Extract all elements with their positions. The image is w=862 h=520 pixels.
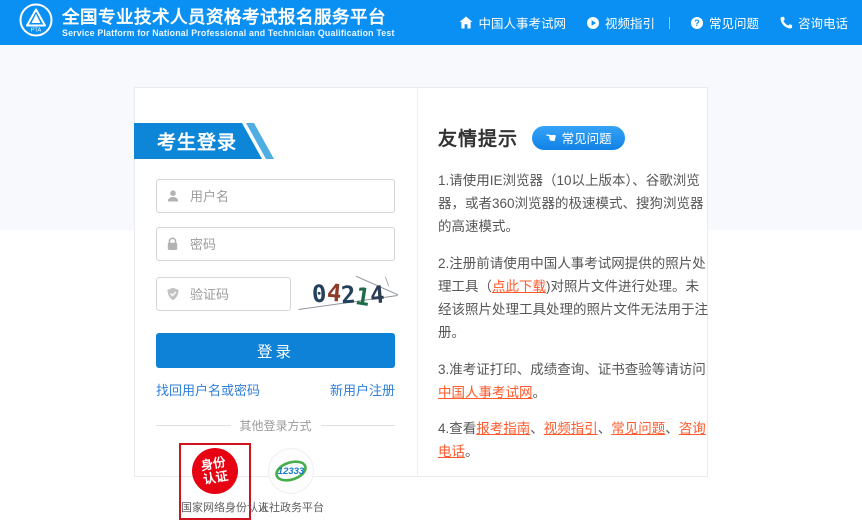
tip-item: 1.请使用IE浏览器（10以上版本）、谷歌浏览器，或者360浏览器的极速模式、搜… [438, 169, 710, 239]
tips-title: 友情提示 [438, 124, 518, 151]
svg-text:12333: 12333 [278, 466, 305, 477]
tip-text: 3.准考证打印、成绩查询、证书查验等请访问 [438, 362, 706, 377]
tips-panel: 友情提示 ☚ 常见问题 1.请使用IE浏览器（10以上版本）、谷歌浏览器，或者3… [417, 88, 728, 476]
nav-separator [669, 17, 670, 29]
captcha-field [156, 277, 291, 311]
password-input[interactable] [156, 227, 395, 261]
tip-text: 、 [598, 421, 612, 436]
nav-hotline[interactable]: 咨询电话 [779, 13, 848, 32]
nav-video-guide[interactable]: 视频指引 [586, 13, 655, 32]
page: PTA 全国专业技术人员资格考试报名服务平台 Service Platform … [0, 0, 862, 481]
tips-header: 友情提示 ☚ 常见问题 [438, 124, 710, 151]
login-title: 考生登录 [157, 128, 237, 155]
login-links: 找回用户名或密码 新用户注册 [156, 380, 395, 399]
tips-list: 1.请使用IE浏览器（10以上版本）、谷歌浏览器，或者360浏览器的极速模式、搜… [438, 169, 710, 463]
login-method-mohrss[interactable]: 12333 人社政务平台 [251, 443, 331, 515]
login-method-national-id[interactable]: 身份 认证 国家网络身份认证 [179, 443, 251, 520]
password-field [156, 227, 395, 261]
brand: PTA 全国专业技术人员资格考试报名服务平台 Service Platform … [18, 2, 395, 43]
divider-line [321, 425, 396, 426]
tip-text: 1.请使用IE浏览器（10以上版本）、谷歌浏览器，或者360浏览器的极速模式、搜… [438, 173, 704, 234]
tip-link[interactable]: 视频指引 [544, 421, 598, 436]
login-panel: 考生登录 [135, 88, 417, 476]
login-form: 04214 登录 找回用户名或密码 新用户注册 其他登录方式 [135, 159, 417, 520]
mohrss-12333-icon: 12333 [268, 448, 314, 494]
header-nav: 中国人事考试网 视频指引 ? 常见问题 咨询电话 [439, 13, 848, 32]
forgot-credentials-link[interactable]: 找回用户名或密码 [156, 380, 260, 399]
login-title-ribbon: 考生登录 [134, 123, 284, 159]
captcha-image[interactable]: 04214 [302, 275, 395, 313]
tip-link[interactable]: 中国人事考试网 [438, 385, 533, 400]
other-methods-label: 其他登录方式 [240, 417, 312, 434]
brand-text: 全国专业技术人员资格考试报名服务平台 Service Platform for … [62, 7, 395, 38]
tip-link[interactable]: 点此下载 [492, 279, 546, 294]
captcha-noise-line [385, 277, 389, 287]
tip-item: 4.查看报考指南、视频指引、常见问题、咨询电话。 [438, 417, 710, 463]
tip-link[interactable]: 常见问题 [611, 421, 665, 436]
user-icon [166, 189, 180, 203]
question-icon: ? [690, 16, 704, 30]
register-link[interactable]: 新用户注册 [330, 380, 395, 399]
login-button[interactable]: 登录 [156, 333, 395, 368]
username-field [156, 179, 395, 213]
username-input[interactable] [156, 179, 395, 213]
identity-badge-icon: 身份 认证 [192, 448, 238, 494]
other-methods-divider: 其他登录方式 [156, 417, 395, 434]
divider-line [156, 425, 231, 426]
home-icon [459, 16, 473, 29]
nav-china-personnel-exam-site[interactable]: 中国人事考试网 [459, 13, 566, 32]
tip-item: 3.准考证打印、成绩查询、证书查验等请访问中国人事考试网。 [438, 358, 710, 404]
svg-text:PTA: PTA [31, 28, 42, 34]
tip-text: 。 [465, 444, 479, 459]
lock-icon [166, 237, 179, 251]
tip-item: 2.注册前请使用中国人事考试网提供的照片处理工具（点此下载)对照片文件进行处理。… [438, 252, 710, 345]
method-label: 国家网络身份认证 [181, 499, 249, 515]
site-header: PTA 全国专业技术人员资格考试报名服务平台 Service Platform … [0, 0, 862, 45]
phone-icon [779, 16, 793, 30]
play-icon [586, 16, 600, 30]
tip-link[interactable]: 报考指南 [476, 421, 530, 436]
captcha-digit: 4 [369, 280, 386, 309]
nav-faq[interactable]: ? 常见问题 [690, 13, 759, 32]
captcha-row: 04214 [156, 261, 395, 313]
site-title: 全国专业技术人员资格考试报名服务平台 [62, 7, 395, 27]
svg-text:?: ? [694, 18, 700, 28]
pointing-hand-icon: ☚ [544, 130, 557, 144]
faq-button[interactable]: ☚ 常见问题 [532, 126, 625, 150]
login-methods: 身份 认证 国家网络身份认证 12333 [156, 443, 395, 520]
tip-text: 、 [665, 421, 679, 436]
tip-text: 。 [533, 385, 547, 400]
tip-text: 、 [530, 421, 544, 436]
tip-text: 4.查看 [438, 421, 476, 436]
site-subtitle: Service Platform for National Profession… [62, 28, 395, 38]
site-logo-icon: PTA [18, 2, 54, 43]
main-card: 考生登录 [134, 87, 708, 477]
shield-icon [166, 287, 180, 301]
method-label: 人社政务平台 [251, 499, 331, 515]
